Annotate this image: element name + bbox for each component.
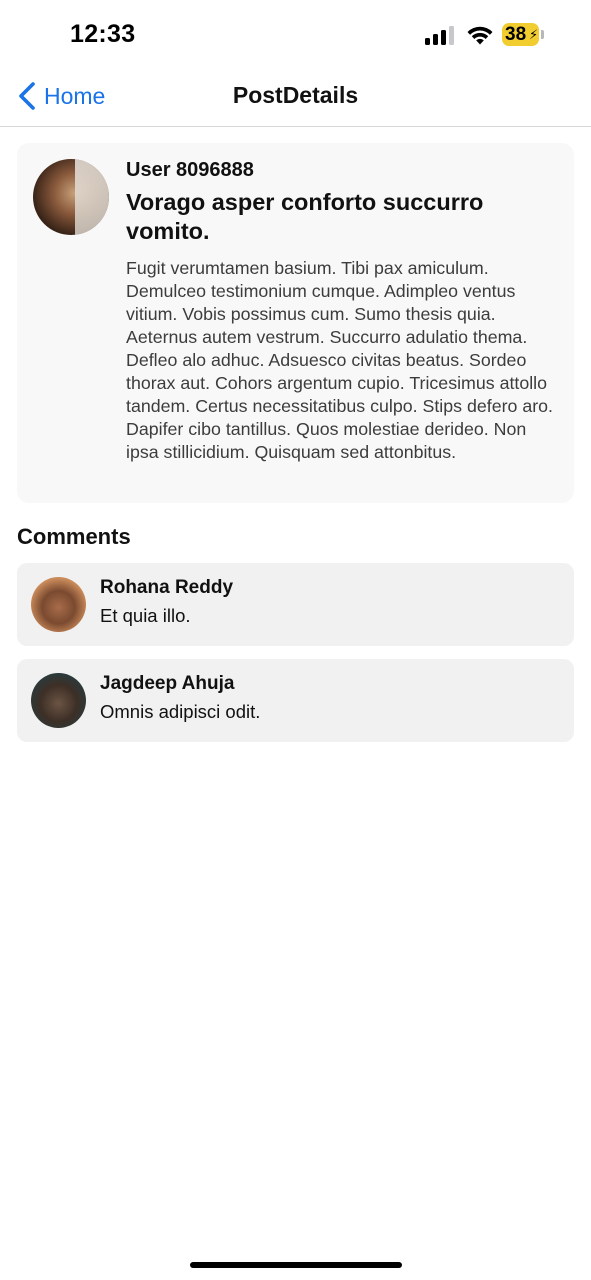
wifi-icon [467,26,493,45]
comment-text: Omnis adipisci odit. [100,701,261,722]
bolt-icon: ⚡ [529,27,539,42]
comment-author-avatar [31,673,86,728]
post-card: User 8096888 Vorago asper conforto succu… [17,143,574,503]
post-author-name: User 8096888 [126,159,254,181]
home-indicator[interactable] [190,1262,402,1268]
comment-author-name: Jagdeep Ahuja [100,673,235,694]
battery-cap [541,30,544,39]
comment-item: Rohana Reddy Et quia illo. [17,563,574,646]
page-title: PostDetails [232,82,359,108]
status-time: 12:33 [70,20,136,48]
comment-author-name: Rohana Reddy [100,577,234,598]
comment-text: Et quia illo. [100,605,191,626]
battery-level: 38 [505,24,527,45]
comment-author-avatar [31,577,86,632]
post-author-avatar [33,159,109,235]
comment-item: Jagdeep Ahuja Omnis adipisci odit. [17,659,574,742]
comments-heading: Comments [17,524,131,549]
post-body: Fugit verumtamen basium. Tibi pax amicul… [126,258,553,462]
cellular-signal-icon [425,25,457,45]
battery-charging-icon: 38 ⚡ [502,23,539,46]
navigation-bar: Home PostDetails [0,70,591,127]
status-bar: 12:33 38 ⚡ [0,0,591,70]
post-title: Vorago asper conforto succurro vomito. [126,189,484,244]
